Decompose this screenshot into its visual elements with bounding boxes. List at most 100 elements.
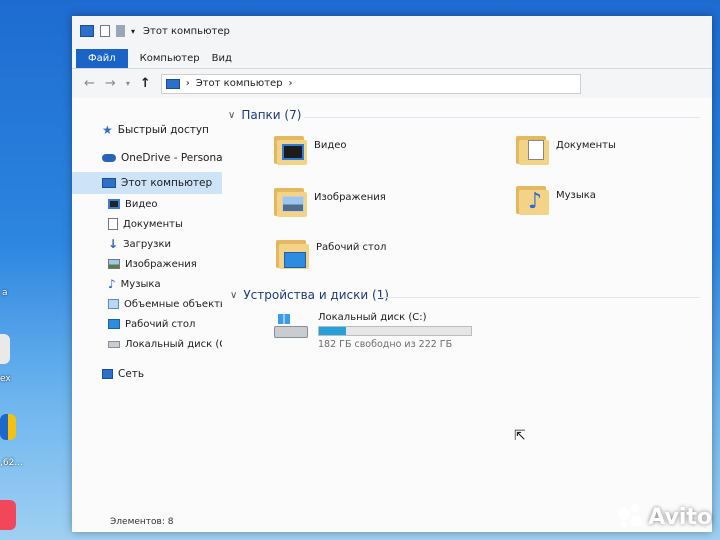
desktop-shield-icon[interactable] bbox=[0, 414, 16, 440]
customize-quick-access-icon[interactable]: ▾ bbox=[131, 27, 135, 36]
sidebar-item-network[interactable]: Сеть bbox=[72, 360, 222, 388]
sidebar-item-label: Объемные объекты bbox=[124, 298, 222, 310]
folder-label: Видео bbox=[314, 140, 347, 151]
new-folder-icon[interactable] bbox=[116, 25, 125, 37]
recent-locations-icon[interactable]: ▾ bbox=[126, 79, 130, 88]
group-header-folders[interactable]: ∨ Папки (7) bbox=[228, 108, 301, 122]
tab-file[interactable]: Файл bbox=[76, 49, 128, 68]
drive-label: Локальный диск (C:) bbox=[318, 312, 427, 323]
desktop-label-fragment: а bbox=[2, 288, 8, 298]
chevron-down-icon: ∨ bbox=[228, 109, 236, 121]
tab-view[interactable]: Вид bbox=[212, 49, 244, 68]
desktop-app-icon[interactable] bbox=[0, 334, 10, 364]
sidebar-item-video[interactable]: Видео bbox=[72, 194, 222, 214]
status-bar: Элементов: 8 bbox=[72, 512, 712, 532]
content-area: ★ Быстрый доступ OneDrive - Personal Это… bbox=[72, 98, 712, 532]
group-divider bbox=[304, 117, 700, 118]
forward-arrow-icon[interactable]: → bbox=[105, 76, 116, 91]
group-title: Папки (7) bbox=[241, 108, 302, 122]
drive-usage-fill bbox=[319, 327, 347, 335]
sidebar-item-label: Рабочий стол bbox=[125, 318, 196, 330]
sidebar-item-local-disk[interactable]: Локальный диск (C:) bbox=[72, 334, 222, 354]
chevron-down-icon: ∨ bbox=[230, 289, 238, 301]
sidebar-item-quick-access[interactable]: ★ Быстрый доступ bbox=[72, 116, 222, 144]
3d-objects-icon bbox=[108, 299, 119, 309]
mouse-cursor-icon: ⇱ bbox=[514, 428, 526, 444]
this-pc-icon bbox=[80, 25, 94, 37]
sidebar-item-music[interactable]: ♪ Музыка bbox=[72, 274, 222, 294]
pictures-icon bbox=[108, 259, 120, 269]
desktop-label-fragment: ex bbox=[0, 374, 11, 384]
navigation-bar: ← → ▾ ↑ › Этот компьютер › bbox=[72, 68, 712, 98]
sidebar-item-label: Музыка bbox=[120, 278, 161, 290]
sidebar-item-this-pc[interactable]: Этот компьютер bbox=[72, 172, 222, 194]
back-arrow-icon[interactable]: ← bbox=[84, 76, 95, 91]
title-bar: ▾ Этот компьютер bbox=[72, 16, 712, 46]
sidebar-item-documents[interactable]: Документы bbox=[72, 214, 222, 234]
folder-music[interactable]: ♪ Музыка bbox=[516, 184, 596, 216]
network-icon bbox=[102, 369, 113, 379]
this-pc-icon bbox=[102, 178, 116, 188]
ribbon-tabs: Файл Компьютер Вид bbox=[72, 46, 712, 68]
folder-video[interactable]: Видео bbox=[274, 134, 347, 166]
folder-label: Документы bbox=[556, 140, 616, 151]
star-icon: ★ bbox=[102, 123, 113, 137]
avito-logo-icon bbox=[618, 504, 644, 530]
desktop-icon bbox=[108, 319, 120, 329]
cloud-icon bbox=[102, 154, 116, 162]
drive-local-c[interactable]: Локальный диск (C:) 182 ГБ свободно из 2… bbox=[274, 312, 472, 350]
sidebar-item-pictures[interactable]: Изображения bbox=[72, 254, 222, 274]
watermark-text: Avito bbox=[648, 504, 712, 530]
sidebar-item-label: Сеть bbox=[118, 368, 145, 380]
window-title: Этот компьютер bbox=[143, 25, 230, 37]
pictures-folder-icon bbox=[274, 186, 308, 218]
video-folder-icon bbox=[274, 134, 308, 166]
folder-pictures[interactable]: Изображения bbox=[274, 186, 386, 218]
documents-icon bbox=[108, 218, 118, 230]
up-arrow-icon[interactable]: ↑ bbox=[140, 76, 151, 91]
sidebar-item-label: Видео bbox=[125, 198, 158, 210]
navigation-pane: ★ Быстрый доступ OneDrive - Personal Это… bbox=[72, 98, 222, 512]
sidebar-item-desktop[interactable]: Рабочий стол bbox=[72, 314, 222, 334]
group-header-devices[interactable]: ∨ Устройства и диски (1) bbox=[230, 288, 389, 302]
breadcrumb-this-pc[interactable]: Этот компьютер bbox=[196, 78, 283, 89]
folder-label: Музыка bbox=[556, 190, 596, 201]
drive-free-space: 182 ГБ свободно из 222 ГБ bbox=[318, 339, 453, 350]
sidebar-item-downloads[interactable]: ↓ Загрузки bbox=[72, 234, 222, 254]
video-icon bbox=[108, 199, 120, 209]
breadcrumb-separator: › bbox=[288, 78, 293, 89]
desktop-music-app-icon[interactable] bbox=[0, 500, 16, 530]
sidebar-item-3d-objects[interactable]: Объемные объекты bbox=[72, 294, 222, 314]
sidebar-item-label: Загрузки bbox=[123, 238, 171, 250]
folder-label: Изображения bbox=[314, 192, 386, 203]
folder-desktop[interactable]: Рабочий стол bbox=[276, 238, 386, 270]
group-title: Устройства и диски (1) bbox=[243, 288, 389, 302]
explorer-window: ▾ Этот компьютер Файл Компьютер Вид ← → … bbox=[72, 16, 712, 532]
sidebar-item-label: Локальный диск (C:) bbox=[125, 338, 222, 350]
tab-computer[interactable]: Компьютер bbox=[128, 49, 212, 68]
item-count: Элементов: 8 bbox=[110, 517, 174, 527]
properties-icon[interactable] bbox=[100, 25, 110, 37]
main-pane: ∨ Папки (7) Видео Документы Изображения … bbox=[222, 98, 712, 512]
group-divider bbox=[380, 297, 700, 298]
drive-icon bbox=[108, 340, 120, 348]
avito-watermark: Avito bbox=[618, 504, 712, 530]
drive-usage-bar bbox=[318, 326, 472, 336]
folder-documents[interactable]: Документы bbox=[516, 134, 616, 166]
music-icon: ♪ bbox=[108, 277, 116, 291]
documents-folder-icon bbox=[516, 134, 550, 166]
address-bar[interactable]: › Этот компьютер › bbox=[160, 73, 581, 94]
sidebar-item-onedrive[interactable]: OneDrive - Personal bbox=[72, 144, 222, 172]
folder-label: Рабочий стол bbox=[316, 242, 387, 253]
downloads-icon: ↓ bbox=[108, 237, 119, 251]
windows-drive-icon bbox=[274, 312, 310, 342]
sidebar-item-label: Этот компьютер bbox=[121, 177, 213, 189]
desktop-folder-icon bbox=[276, 238, 310, 270]
desktop-label-fragment: ,62... bbox=[0, 458, 23, 468]
sidebar-item-label: Документы bbox=[123, 218, 183, 230]
breadcrumb-separator: › bbox=[185, 78, 190, 89]
sidebar-item-label: Быстрый доступ bbox=[117, 124, 209, 136]
this-pc-icon bbox=[165, 78, 180, 89]
music-folder-icon: ♪ bbox=[516, 184, 550, 216]
sidebar-item-label: OneDrive - Personal bbox=[121, 152, 222, 164]
